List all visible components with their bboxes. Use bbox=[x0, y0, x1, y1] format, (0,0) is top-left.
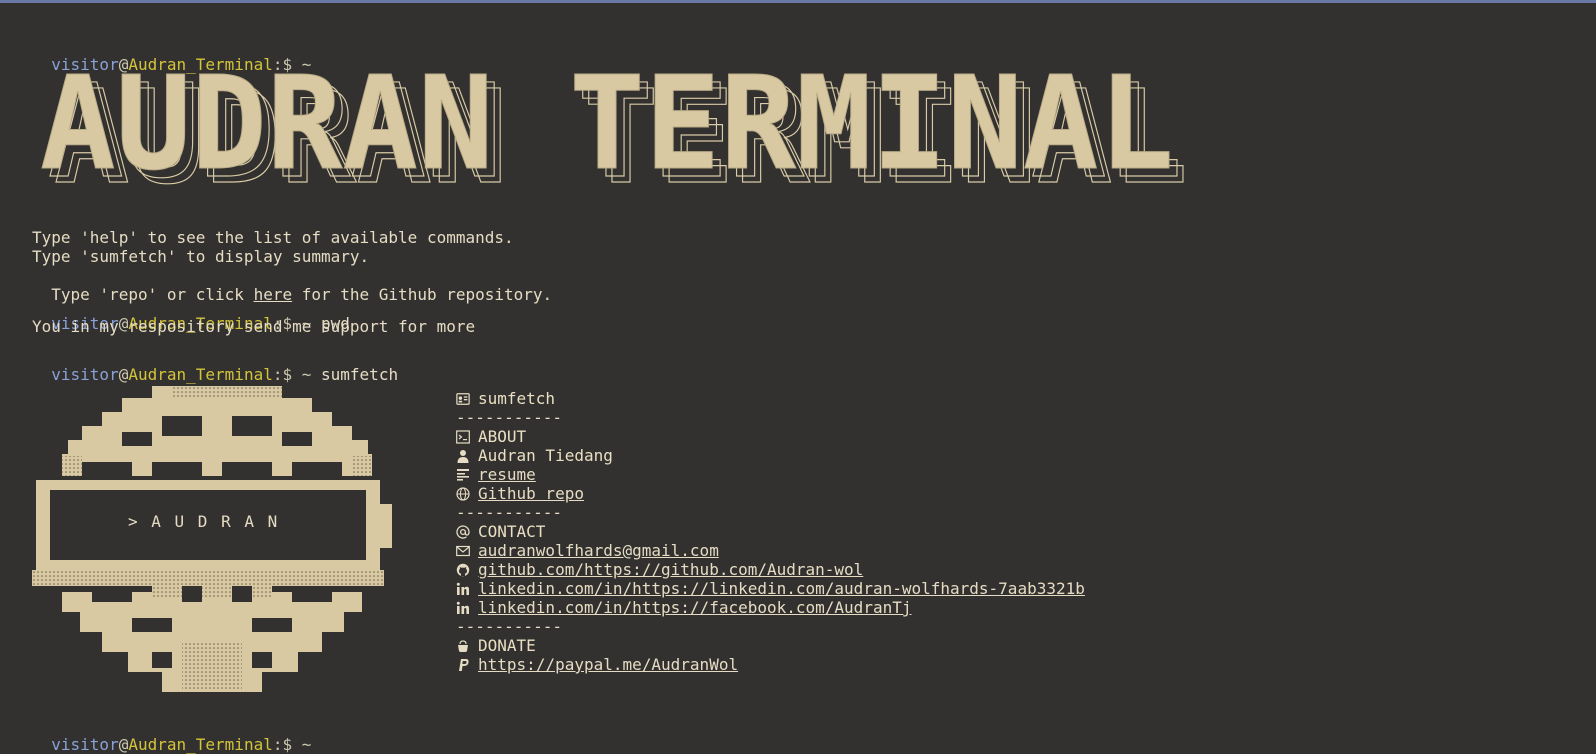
separator: ----------- bbox=[456, 617, 562, 636]
resume-link[interactable]: resume bbox=[478, 465, 536, 484]
paypal-icon bbox=[456, 658, 470, 672]
prompt-symbol: :$ ~ bbox=[272, 735, 312, 754]
name-row: Audran Tiedang bbox=[456, 446, 613, 465]
ascii-banner: AUDRAN TERMINAL AUDRAN TERMINAL AUDRAN T… bbox=[36, 49, 1202, 214]
separator: ----------- bbox=[456, 503, 562, 522]
github-icon bbox=[456, 563, 470, 577]
about-title: ABOUT bbox=[478, 427, 527, 446]
ascii-logo: > A U D R A N bbox=[32, 386, 402, 694]
github-repo-row: Github repo bbox=[456, 484, 584, 503]
email-row: audranwolfhards@gmail.com bbox=[456, 541, 719, 560]
about-row: ABOUT bbox=[456, 427, 526, 446]
terminal-icon bbox=[456, 429, 470, 444]
donate-row: DONATE bbox=[456, 636, 536, 655]
prompt-line-sumfetch: visitor@Audran_Terminal:$ ~ sumfetch bbox=[32, 346, 398, 384]
prompt-at: @ bbox=[118, 735, 129, 754]
linkedin-icon bbox=[456, 601, 470, 615]
prompt-symbol: :$ ~ bbox=[272, 365, 312, 384]
github-repo-link[interactable]: Github repo bbox=[478, 484, 584, 503]
sumfetch-header: sumfetch bbox=[456, 389, 555, 408]
prompt-host: Audran_Terminal bbox=[128, 735, 273, 754]
facebook-row: linkedin.com/in/https://facebook.com/Aud… bbox=[456, 598, 911, 617]
prompt-at: @ bbox=[118, 365, 129, 384]
command-output: You in my respository send me support fo… bbox=[32, 317, 476, 336]
welcome-line-1: Type 'help' to see the list of available… bbox=[32, 228, 514, 247]
linkedin-icon bbox=[456, 582, 470, 596]
command-text: sumfetch bbox=[321, 365, 399, 384]
mail-icon bbox=[456, 544, 470, 558]
resume-icon bbox=[456, 468, 470, 482]
contact-row: CONTACT bbox=[456, 522, 545, 541]
linkedin-link[interactable]: linkedin.com/in/https://linkedin.com/aud… bbox=[478, 579, 1085, 598]
logo-label: > A U D R A N bbox=[128, 512, 280, 531]
donate-title: DONATE bbox=[478, 636, 536, 655]
email-link[interactable]: audranwolfhards@gmail.com bbox=[478, 541, 719, 560]
prompt-user: visitor bbox=[51, 365, 119, 384]
resume-row: resume bbox=[456, 465, 536, 484]
user-icon bbox=[456, 449, 470, 463]
facebook-link[interactable]: linkedin.com/in/https://facebook.com/Aud… bbox=[478, 598, 911, 617]
at-icon bbox=[456, 524, 470, 539]
banner-title: AUDRAN TERMINAL bbox=[40, 70, 1174, 196]
github-row: github.com/https://github.com/Audran-wol bbox=[456, 560, 863, 579]
window-top-border bbox=[0, 0, 1596, 3]
sumfetch-title: sumfetch bbox=[478, 389, 556, 408]
paypal-link[interactable]: https://paypal.me/AudranWol bbox=[478, 655, 738, 674]
prompt-line-next: visitor@Audran_Terminal:$ ~ bbox=[32, 716, 311, 754]
donate-icon bbox=[456, 639, 470, 653]
separator: ----------- bbox=[456, 408, 562, 427]
github-profile-link[interactable]: github.com/https://github.com/Audran-wol bbox=[478, 560, 863, 579]
id-card-icon bbox=[456, 392, 470, 406]
prompt-line: visitor@Audran_Terminal:$ ~ bbox=[32, 36, 311, 74]
owner-name: Audran Tiedang bbox=[478, 446, 613, 465]
welcome-line-2: Type 'sumfetch' to display summary. bbox=[32, 247, 370, 266]
prompt-host: Audran_Terminal bbox=[128, 365, 273, 384]
contact-title: CONTACT bbox=[478, 522, 546, 541]
paypal-row: https://paypal.me/AudranWol bbox=[456, 655, 738, 674]
linkedin-row: linkedin.com/in/https://linkedin.com/aud… bbox=[456, 579, 1085, 598]
globe-icon bbox=[456, 486, 470, 501]
prompt-user: visitor bbox=[51, 735, 119, 754]
